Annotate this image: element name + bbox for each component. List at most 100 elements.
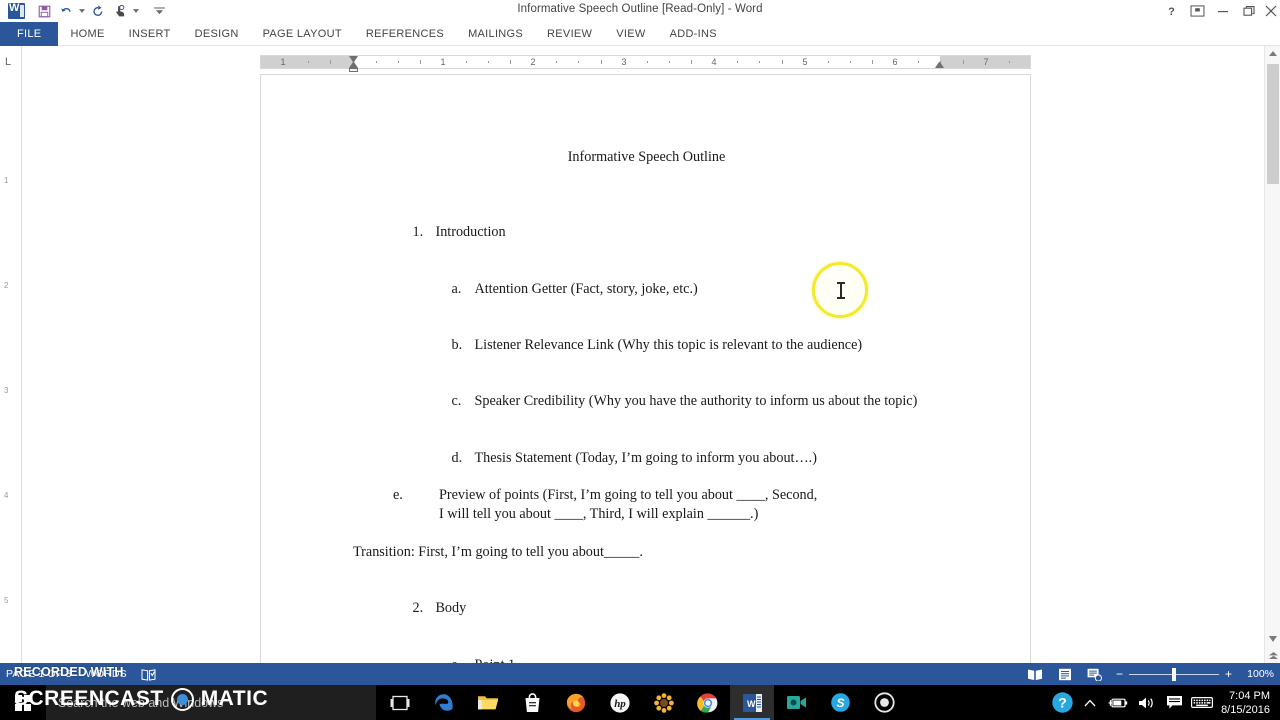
status-left-group: PAGE 1 OF 3 WORDS bbox=[6, 663, 156, 685]
ruler-left-margin bbox=[261, 56, 353, 68]
document-page[interactable]: Informative Speech Outline 1. Introductio… bbox=[260, 74, 1031, 663]
vruler-tick: 5 bbox=[4, 596, 9, 605]
taskbar-clock[interactable]: 7:04 PM 8/15/2016 bbox=[1217, 689, 1274, 717]
tab-view[interactable]: VIEW bbox=[604, 22, 657, 46]
ruler-number: 1 bbox=[440, 57, 446, 67]
previous-page-icon[interactable] bbox=[1265, 647, 1280, 663]
close-icon[interactable] bbox=[1262, 1, 1280, 21]
taskbar-search-input[interactable]: Search the web and Windows bbox=[46, 685, 376, 720]
tab-mailings[interactable]: MAILINGS bbox=[456, 22, 535, 46]
outline-line-1-introduction: 1. Introduction bbox=[261, 204, 1030, 260]
zoom-slider[interactable]: − + bbox=[1116, 667, 1232, 681]
tab-insert[interactable]: INSERT bbox=[117, 22, 183, 46]
outline-line-a-point-1: a.Point 1 bbox=[261, 637, 1030, 663]
word-icon[interactable]: W bbox=[730, 685, 774, 720]
windows-start-icon[interactable] bbox=[0, 685, 46, 720]
svg-text:?: ? bbox=[1168, 6, 1175, 17]
left-indent-marker[interactable] bbox=[349, 68, 358, 72]
volume-icon[interactable] bbox=[1133, 685, 1159, 720]
tab-file[interactable]: FILE bbox=[0, 22, 59, 46]
title-bar: Informative Speech Outline [Read-Only] -… bbox=[0, 0, 1280, 35]
recorder-icon[interactable] bbox=[774, 685, 818, 720]
ribbon-display-options-icon[interactable] bbox=[1184, 1, 1210, 21]
svg-text:S: S bbox=[836, 696, 844, 710]
firefox-icon[interactable] bbox=[554, 685, 598, 720]
zoom-in-button[interactable]: + bbox=[1225, 668, 1232, 680]
outline-line-e-preview-of-points: e. Preview of points (First, I’m going to… bbox=[261, 486, 821, 524]
list-number: 1. bbox=[412, 224, 424, 241]
scrollbar-thumb[interactable] bbox=[1267, 64, 1279, 184]
help-icon[interactable]: ? bbox=[1158, 1, 1184, 21]
ruler-number: 4 bbox=[711, 57, 717, 67]
vruler-tick: 2 bbox=[4, 281, 9, 290]
svg-text:W: W bbox=[747, 699, 756, 709]
svg-text:hp: hp bbox=[614, 698, 626, 710]
chevron-up-icon[interactable] bbox=[1077, 685, 1103, 720]
outline-line-2-body: 2. Body bbox=[261, 580, 1030, 636]
zoom-track[interactable] bbox=[1128, 667, 1219, 681]
edge-icon[interactable] bbox=[422, 685, 466, 720]
horizontal-ruler[interactable]: 1 1 2 3 4 5 6 7 bbox=[260, 55, 1031, 72]
scroll-down-icon[interactable] bbox=[1265, 631, 1280, 647]
proofing-errors-icon[interactable] bbox=[141, 668, 156, 681]
tab-page-layout[interactable]: PAGE LAYOUT bbox=[251, 22, 354, 46]
outline-line-c-speaker-credibility: c. Speaker Credibility (Why you have the … bbox=[261, 374, 1030, 430]
window-controls: ? bbox=[1158, 0, 1280, 22]
tab-review[interactable]: REVIEW bbox=[535, 22, 604, 46]
vruler-tick: 4 bbox=[4, 491, 9, 500]
ribbon-tab-bar: FILE HOME INSERT DESIGN PAGE LAYOUT REFE… bbox=[0, 22, 1280, 46]
list-text: Introduction bbox=[435, 224, 506, 241]
vruler-tick: 1 bbox=[4, 176, 9, 185]
chrome-icon[interactable] bbox=[686, 685, 730, 720]
taskbar-app-icons: hp W S bbox=[378, 685, 906, 720]
window-title: Informative Speech Outline [Read-Only] -… bbox=[517, 3, 763, 15]
scroll-up-icon[interactable] bbox=[1265, 46, 1280, 62]
restore-icon[interactable] bbox=[1236, 1, 1262, 21]
sunflower-icon[interactable] bbox=[642, 685, 686, 720]
tab-design[interactable]: DESIGN bbox=[183, 22, 251, 46]
tab-add-ins[interactable]: ADD-INS bbox=[658, 22, 729, 46]
list-number: d. bbox=[451, 449, 463, 466]
document-vertical-scrollbar[interactable] bbox=[1264, 46, 1280, 663]
right-indent-marker[interactable] bbox=[935, 62, 944, 68]
zoom-percent[interactable]: 100% bbox=[1244, 668, 1274, 680]
word-count[interactable]: WORDS bbox=[86, 668, 127, 680]
record-icon[interactable] bbox=[862, 685, 906, 720]
tab-home[interactable]: HOME bbox=[58, 22, 116, 46]
list-number: 2. bbox=[412, 600, 424, 617]
outline-line-d-thesis-statement: d. Thesis Statement (Today, I’m going to … bbox=[261, 430, 1030, 486]
page-indicator[interactable]: PAGE 1 OF 3 bbox=[6, 668, 72, 680]
vertical-ruler[interactable]: L 1 2 3 4 5 bbox=[0, 46, 22, 663]
ruler-number: 6 bbox=[892, 57, 898, 67]
list-number: a. bbox=[451, 656, 474, 663]
screen: Informative Speech Outline [Read-Only] -… bbox=[0, 0, 1280, 720]
system-tray: ? 7:04 PM 8/15/2016 bbox=[1049, 685, 1280, 720]
clock-time: 7:04 PM bbox=[1229, 689, 1270, 702]
help-circle-icon[interactable]: ? bbox=[1049, 685, 1075, 720]
print-layout-icon[interactable] bbox=[1056, 666, 1074, 682]
task-view-icon[interactable] bbox=[378, 685, 422, 720]
text-ibeam-cursor bbox=[837, 282, 845, 299]
store-icon[interactable] bbox=[510, 685, 554, 720]
file-explorer-icon[interactable] bbox=[466, 685, 510, 720]
ruler-number: 3 bbox=[621, 57, 627, 67]
action-center-icon[interactable] bbox=[1161, 685, 1187, 720]
hp-icon[interactable]: hp bbox=[598, 685, 642, 720]
skype-icon[interactable]: S bbox=[818, 685, 862, 720]
web-layout-icon[interactable] bbox=[1086, 666, 1104, 682]
minimize-icon[interactable] bbox=[1210, 1, 1236, 21]
outline-line-a-attention-getter: a. Attention Getter (Fact, story, joke, e… bbox=[261, 261, 1030, 317]
tab-stop-selector[interactable]: L bbox=[5, 56, 11, 68]
zoom-thumb[interactable] bbox=[1171, 667, 1176, 681]
battery-icon[interactable] bbox=[1105, 685, 1131, 720]
zoom-out-button[interactable]: − bbox=[1116, 668, 1123, 680]
document-body[interactable]: Informative Speech Outline 1. Introductio… bbox=[261, 75, 1030, 663]
keyboard-icon[interactable] bbox=[1189, 685, 1215, 720]
list-text: Attention Getter (Fact, story, joke, etc… bbox=[474, 280, 698, 297]
read-mode-icon[interactable] bbox=[1026, 666, 1044, 682]
tab-references[interactable]: REFERENCES bbox=[354, 22, 456, 46]
status-right-group: − + 100% bbox=[1026, 663, 1274, 685]
transition-line-1: Transition: First, I’m going to tell you… bbox=[353, 543, 643, 560]
ruler-number: 2 bbox=[530, 57, 536, 67]
